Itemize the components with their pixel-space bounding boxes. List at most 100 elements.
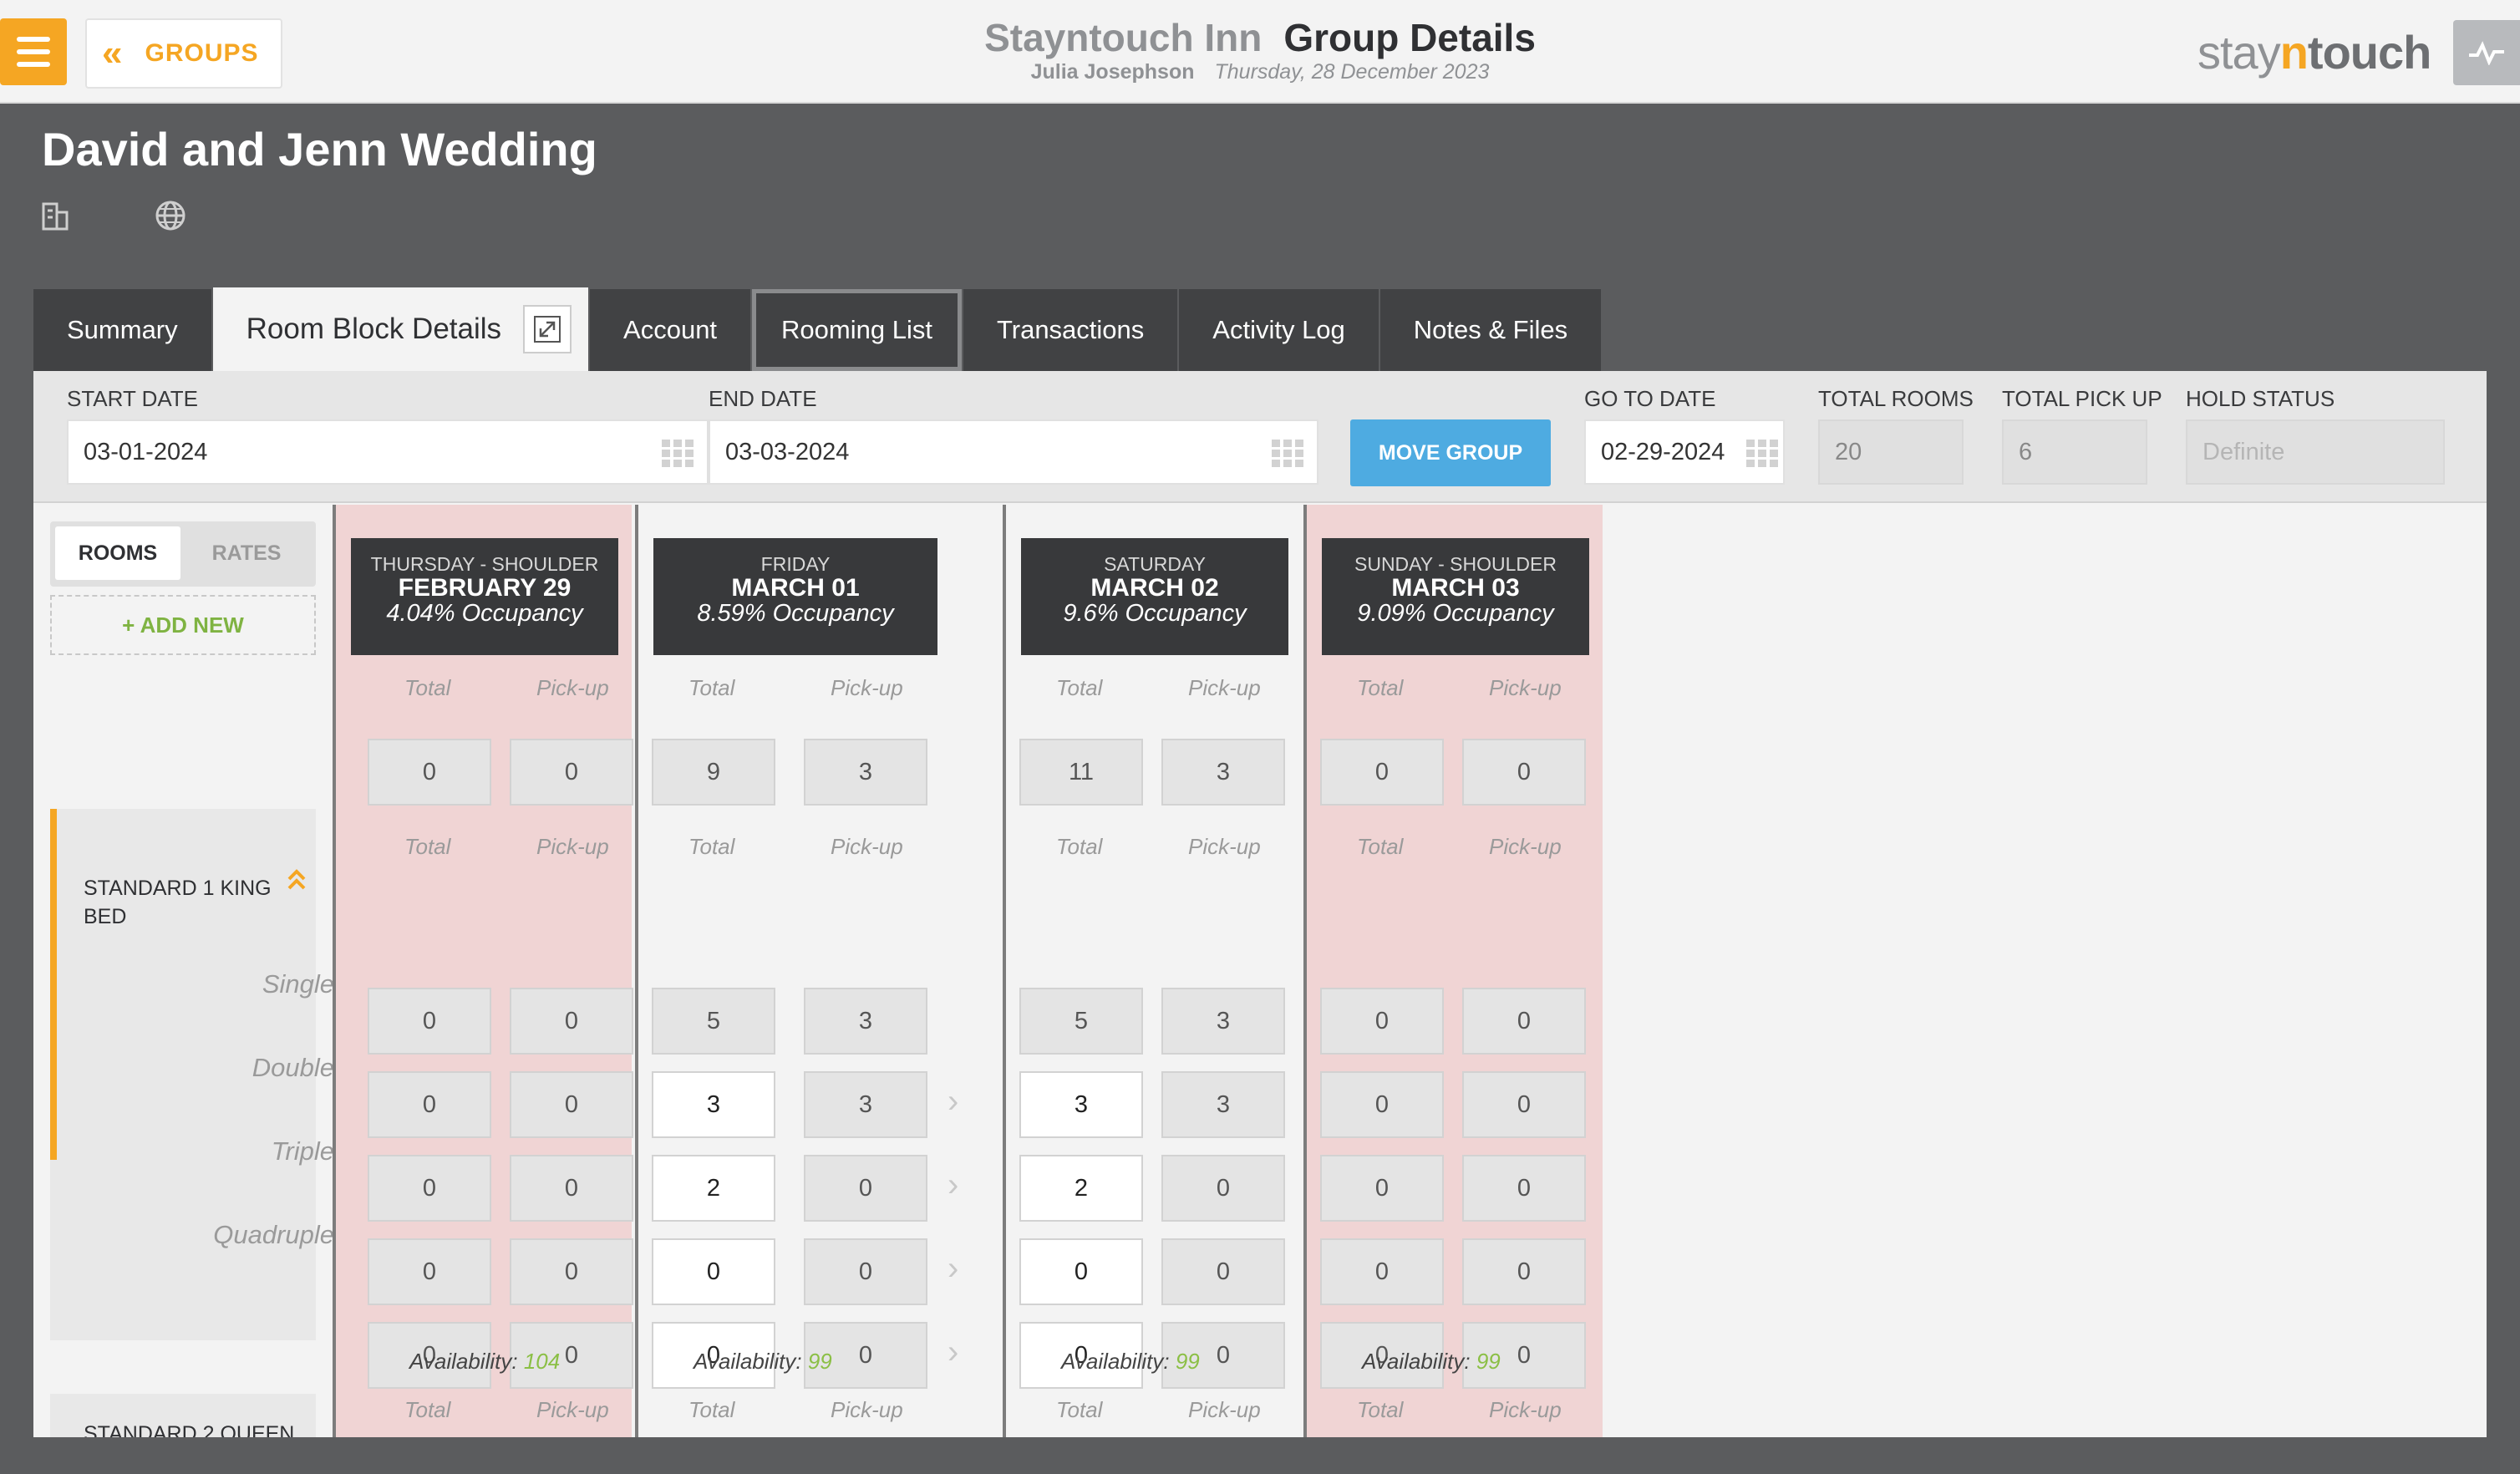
stayntouch-logo: stayntouch — [2197, 26, 2431, 79]
room-type-indicator — [50, 809, 57, 1160]
filter-bar: START DATE 03-01-2024 END DATE 03-03-202… — [33, 371, 2487, 503]
day-date: MARCH 02 — [1090, 574, 1219, 602]
day-of-week: FRIDAY — [760, 553, 831, 575]
availability: Availability: 99 — [694, 1349, 832, 1374]
total-rooms-field: 20 — [1818, 419, 1964, 485]
business-date: Thursday, 28 December 2023 — [1214, 60, 1490, 84]
total-pickup-label: TOTAL PICK UP — [2002, 386, 2162, 411]
group-total-cell: 11 — [1019, 739, 1143, 806]
availability: Availability: 104 — [409, 1349, 561, 1374]
group-pickup-cell: 0 — [1462, 739, 1586, 806]
total-col-label: Total — [404, 675, 451, 700]
pickup-col-label: Pick-up — [536, 834, 609, 859]
triple-pickup-cell: 0 — [1161, 1238, 1285, 1305]
room-block-grid: ROOMS RATES + ADD NEW STANDARD 1 KING BE… — [33, 505, 2487, 1437]
building-icon[interactable] — [38, 199, 72, 232]
triple-pickup-cell: 0 — [510, 1238, 633, 1305]
rooms-rates-toggle: ROOMS RATES — [50, 521, 316, 587]
day-occupancy: 4.04% Occupancy — [386, 600, 583, 627]
start-date-input[interactable]: 03-01-2024 — [67, 419, 709, 485]
triple-pickup-cell: 0 — [804, 1238, 927, 1305]
start-date-label: START DATE — [67, 386, 198, 411]
rooms-toggle[interactable]: ROOMS — [55, 526, 180, 580]
hold-status-field: Definite — [2186, 419, 2445, 485]
tab-summary[interactable]: Summary — [33, 289, 211, 371]
total-col-label: Total — [1357, 834, 1404, 859]
total-col-label: Total — [1056, 834, 1103, 859]
tab-notes-files[interactable]: Notes & Files — [1379, 289, 1602, 371]
day-header-card: FRIDAY MARCH 01 8.59% Occupancy — [653, 538, 937, 655]
page-title: Stayntouch Inn Group Details — [0, 15, 2520, 60]
day-date: FEBRUARY 29 — [398, 574, 572, 602]
pickup-col-label: Pick-up — [1489, 834, 1562, 859]
single-pickup-cell: 0 — [510, 1071, 633, 1138]
pickup-col-label: Pick-up — [1188, 834, 1261, 859]
single-pickup-cell: 3 — [804, 1071, 927, 1138]
page-title-text: Group Details — [1283, 16, 1536, 59]
end-date-input[interactable]: 03-03-2024 — [709, 419, 1318, 485]
total-col-label: Total — [404, 834, 451, 859]
chevron-right-icon[interactable]: › — [948, 1250, 958, 1288]
globe-icon[interactable] — [154, 199, 187, 232]
rates-toggle[interactable]: RATES — [184, 526, 309, 580]
tab-account[interactable]: Account — [590, 289, 751, 371]
availability-value: 104 — [523, 1349, 561, 1374]
double-total-input: 0 — [368, 1155, 491, 1222]
group-pickup-cell: 0 — [510, 739, 633, 806]
occupancy-label-single: Single — [262, 969, 334, 999]
pickup-col-label: Pick-up — [831, 834, 903, 859]
pulse-icon — [2469, 41, 2504, 65]
calendar-icon[interactable] — [1272, 440, 1303, 468]
room-type-name: STANDARD 1 KING BED — [84, 877, 272, 928]
expand-icon[interactable] — [523, 305, 572, 353]
go-to-date-input[interactable]: 02-29-2024 — [1584, 419, 1785, 485]
pickup-col-label: Pick-up — [831, 1397, 903, 1422]
hotel-name: Stayntouch Inn — [984, 16, 1263, 59]
total-col-label: Total — [1357, 1397, 1404, 1422]
pickup-col-label: Pick-up — [536, 675, 609, 700]
add-new-button[interactable]: + ADD NEW — [50, 595, 316, 655]
activity-pulse-button[interactable] — [2453, 20, 2520, 85]
chevron-right-icon[interactable]: › — [948, 1166, 958, 1204]
occupancy-label-triple: Triple — [271, 1136, 334, 1166]
chevron-right-icon[interactable]: › — [948, 1083, 958, 1121]
room-pickup-cell: 0 — [1462, 988, 1586, 1055]
group-total-cell: 0 — [1320, 739, 1444, 806]
group-total-cell: 9 — [652, 739, 775, 806]
tab-activity-log[interactable]: Activity Log — [1179, 289, 1379, 371]
double-pickup-cell: 0 — [1161, 1155, 1285, 1222]
calendar-icon[interactable] — [1746, 440, 1778, 468]
double-total-input[interactable]: 2 — [652, 1155, 775, 1222]
tab-rooming-list[interactable]: Rooming List — [752, 289, 962, 371]
move-group-button[interactable]: MOVE GROUP — [1350, 419, 1551, 486]
single-pickup-cell: 3 — [1161, 1071, 1285, 1138]
room-total-cell: 5 — [652, 988, 775, 1055]
double-pickup-cell: 0 — [1462, 1155, 1586, 1222]
chevron-right-icon[interactable]: › — [948, 1334, 958, 1371]
total-col-label: Total — [1056, 1397, 1103, 1422]
tab-room-block-details[interactable]: Room Block Details — [212, 287, 589, 371]
triple-total-input[interactable]: 0 — [652, 1238, 775, 1305]
pickup-col-label: Pick-up — [1188, 675, 1261, 700]
calendar-icon[interactable] — [662, 440, 694, 468]
availability: Availability: 99 — [1061, 1349, 1200, 1374]
next-room-type-name: STANDARD 2 QUEEN — [84, 1422, 295, 1437]
double-total-input[interactable]: 2 — [1019, 1155, 1143, 1222]
pickup-col-label: Pick-up — [1188, 1397, 1261, 1422]
triple-total-input[interactable]: 0 — [1019, 1238, 1143, 1305]
single-total-input[interactable]: 3 — [1019, 1071, 1143, 1138]
triple-pickup-cell: 0 — [1462, 1238, 1586, 1305]
bottom-strip — [0, 1437, 2520, 1474]
collapse-icon[interactable] — [284, 867, 309, 892]
availability-value: 99 — [807, 1349, 832, 1374]
group-name: David and Jenn Wedding — [42, 123, 597, 175]
tab-transactions[interactable]: Transactions — [963, 289, 1178, 371]
group-pickup-cell: 3 — [1161, 739, 1285, 806]
single-total-input[interactable]: 3 — [652, 1071, 775, 1138]
double-total-input: 0 — [1320, 1155, 1444, 1222]
triple-total-input: 0 — [368, 1238, 491, 1305]
hold-status-label: HOLD STATUS — [2186, 386, 2335, 411]
day-of-week: SATURDAY — [1104, 553, 1206, 575]
room-block-panel: START DATE 03-01-2024 END DATE 03-03-202… — [33, 371, 2487, 1437]
day-of-week: SUNDAY - SHOULDER — [1354, 553, 1557, 575]
